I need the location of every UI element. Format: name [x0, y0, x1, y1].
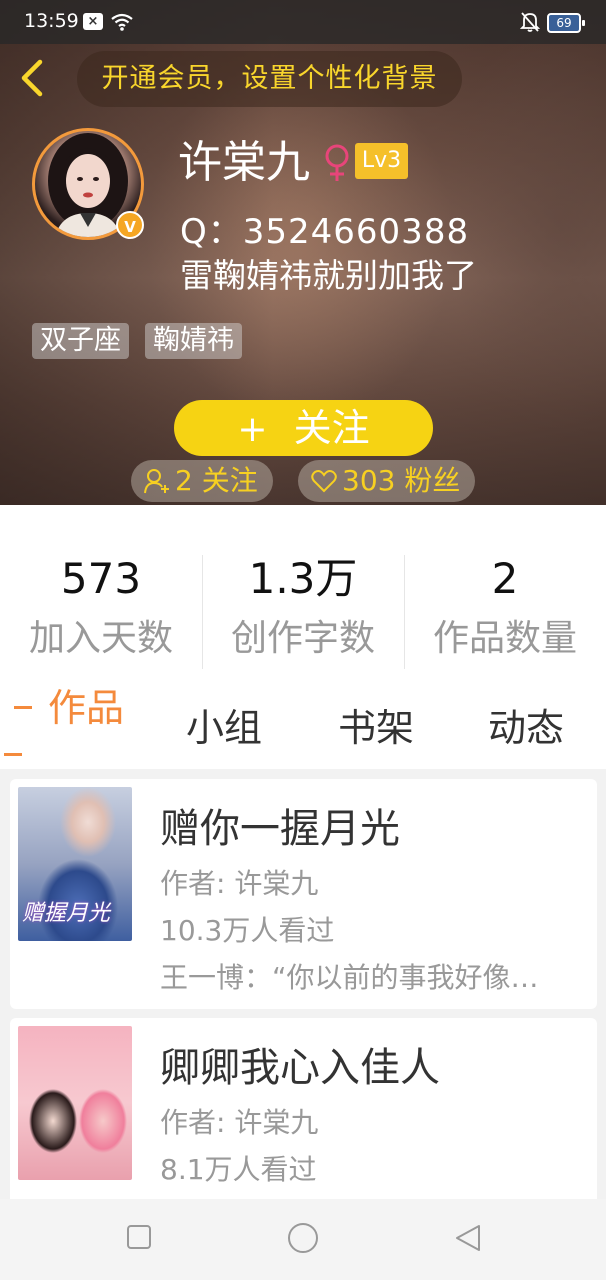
circle-icon — [288, 1223, 318, 1253]
active-tab-marker — [14, 706, 32, 709]
stat-label: 加入天数 — [28, 618, 173, 659]
following-label: 2 关注 — [175, 464, 258, 497]
tab-groups[interactable]: 小组 — [186, 703, 262, 753]
book-title: 卿卿我心入佳人 — [160, 1045, 440, 1091]
book-snippet: 王一博：“你以前的事我好像… — [160, 961, 539, 994]
recent-apps-button[interactable] — [125, 1223, 153, 1255]
stat-label: 创作字数 — [230, 618, 375, 659]
status-bar: 13:59 × 69 — [0, 0, 606, 44]
stat-value: 2 — [491, 554, 519, 603]
user-add-icon — [144, 469, 169, 494]
wifi-icon — [110, 12, 134, 36]
fans-label: 303 粉丝 — [342, 464, 461, 497]
tab-activity[interactable]: 动态 — [488, 703, 564, 753]
verified-badge: V — [116, 211, 144, 239]
status-time: 13:59 — [24, 10, 79, 32]
book-cover — [18, 1026, 132, 1180]
system-nav-bar — [0, 1199, 606, 1280]
vip-background-banner[interactable]: 开通会员，设置个性化背景 — [77, 51, 462, 107]
square-icon — [127, 1225, 151, 1249]
work-card[interactable]: 赠握月光 赠你一握月光 作者: 许棠九 10.3万人看过 王一博：“你以前的事我… — [10, 779, 597, 1009]
bio: 雷鞠婧祎就别加我了 — [180, 256, 477, 295]
stat-words: 1.3万 创作字数 — [202, 553, 404, 665]
book-views: 10.3万人看过 — [160, 914, 335, 947]
battery-icon: 69 — [547, 13, 585, 33]
stat-days: 573 加入天数 — [0, 553, 202, 665]
bell-off-icon — [519, 11, 541, 37]
book-views: 8.1万人看过 — [160, 1153, 317, 1186]
book-author: 作者: 许棠九 — [160, 1106, 319, 1139]
stats-panel: 573 加入天数 1.3万 创作字数 2 作品数量 — [0, 505, 606, 688]
female-icon — [322, 143, 352, 187]
plus-icon: + — [237, 409, 268, 450]
cover-title: 赠握月光 — [22, 901, 111, 926]
tag-zodiac[interactable]: 双子座 — [32, 323, 129, 359]
book-title: 赠你一握月光 — [160, 806, 400, 852]
works-list: 赠握月光 赠你一握月光 作者: 许棠九 10.3万人看过 王一博：“你以前的事我… — [0, 769, 606, 1199]
tab-bookshelf[interactable]: 书架 — [338, 703, 414, 753]
stat-label: 作品数量 — [432, 618, 577, 659]
follow-button[interactable]: + 关注 — [174, 400, 433, 456]
active-tab-underline — [4, 753, 22, 756]
tab-works[interactable]: 作品 — [48, 683, 124, 733]
stat-value: 573 — [60, 554, 142, 603]
chevron-left-icon — [21, 59, 43, 97]
follow-label: 关注 — [293, 406, 370, 450]
tag-list: 双子座 鞠婧祎 — [32, 323, 242, 359]
stat-value: 1.3万 — [248, 554, 358, 603]
tag-idol[interactable]: 鞠婧祎 — [145, 323, 242, 359]
home-button[interactable] — [286, 1221, 320, 1259]
profile-header: 13:59 × 69 开通会员，设置个性化背景 V 许棠九 Lv3 Q：3524… — [0, 0, 606, 505]
back-button[interactable] — [16, 58, 50, 98]
fans-count[interactable]: 303 粉丝 — [298, 460, 475, 502]
back-nav-button[interactable] — [453, 1223, 483, 1257]
level-badge: Lv3 — [355, 143, 408, 179]
stat-works: 2 作品数量 — [404, 553, 606, 665]
heart-icon — [311, 470, 337, 493]
username: 许棠九 — [178, 137, 310, 188]
book-author: 作者: 许棠九 — [160, 867, 319, 900]
qq-number: Q：3524660388 — [180, 212, 470, 252]
close-box-icon: × — [83, 13, 103, 30]
following-count[interactable]: 2 关注 — [131, 460, 273, 502]
book-cover: 赠握月光 — [18, 787, 132, 941]
work-card[interactable]: 卿卿我心入佳人 作者: 许棠九 8.1万人看过 — [10, 1018, 597, 1199]
triangle-back-icon — [456, 1225, 480, 1251]
tab-bar: 作品 小组 书架 动态 — [0, 686, 606, 769]
